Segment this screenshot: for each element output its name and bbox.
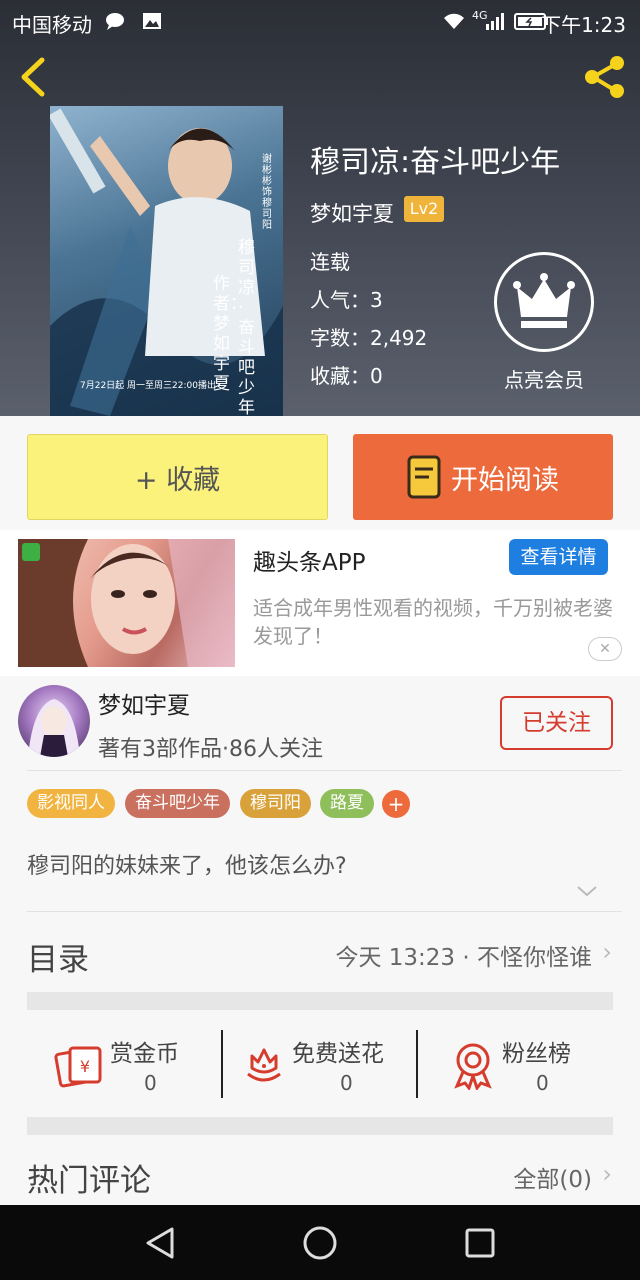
- nav-back-button[interactable]: [140, 1225, 180, 1261]
- system-nav-bar: [0, 1205, 640, 1280]
- section-separator: [27, 1117, 613, 1135]
- chevron-right-icon: ›: [602, 1160, 612, 1188]
- cover-schedule: 7月22日起 周一至周三22:00播出: [80, 381, 216, 391]
- tag-chip[interactable]: 穆司阳: [240, 789, 311, 818]
- collect-button[interactable]: + 收藏: [27, 434, 328, 520]
- chevron-right-icon: ›: [602, 938, 612, 966]
- hot-comments-label: 热门评论: [27, 1163, 151, 1199]
- author-level-badge: Lv2: [404, 196, 444, 222]
- carrier-label: 中国移动: [12, 13, 92, 37]
- ad-image: [18, 539, 235, 667]
- ad-description: 适合成年男性观看的视频，千万别被老婆发现了！: [253, 596, 613, 648]
- share-button[interactable]: [580, 52, 630, 102]
- start-reading-label: 开始阅读: [451, 464, 559, 496]
- book-author-link[interactable]: 梦如宇夏: [310, 198, 394, 228]
- ad-source-icon: [22, 543, 40, 561]
- triangle-back-icon: [146, 1227, 174, 1259]
- expand-description-button[interactable]: [576, 882, 598, 903]
- divider: [416, 1030, 418, 1098]
- tag-chip[interactable]: 路夏: [320, 789, 374, 818]
- back-button[interactable]: [14, 54, 54, 100]
- signal-icon: 4G: [472, 10, 506, 32]
- book-popularity: 人气：3: [310, 288, 383, 312]
- all-comments-link[interactable]: 全部(0): [513, 1160, 592, 1194]
- close-icon: ✕: [599, 641, 611, 657]
- fan-ranking-label: 粉丝榜: [502, 1041, 571, 1067]
- flower-icon: [247, 1048, 281, 1082]
- reward-coins-value: 0: [144, 1071, 157, 1095]
- book-word-count: 字数：2,492: [310, 326, 428, 350]
- chevron-left-icon: [21, 57, 45, 97]
- ad-portrait: [18, 539, 235, 667]
- book-icon: [407, 455, 441, 499]
- crown-icon: [513, 273, 575, 328]
- image-icon: [141, 10, 163, 32]
- divider: [221, 1030, 223, 1098]
- start-reading-button[interactable]: 开始阅读: [353, 434, 613, 520]
- add-tag-button[interactable]: +: [382, 790, 410, 818]
- reward-coins-label: 赏金币: [110, 1041, 179, 1067]
- ad-close-button[interactable]: ✕: [588, 637, 622, 661]
- tag-chip[interactable]: 影视同人: [27, 789, 115, 818]
- book-title: 穆司凉:奋斗吧少年: [310, 145, 561, 180]
- fan-ranking-value: 0: [536, 1071, 549, 1095]
- square-recents-icon: [465, 1228, 495, 1258]
- latest-chapter: 今天 13:23 · 不怪你怪谁: [335, 945, 592, 971]
- book-detail-screen: 中国移动 4G 下午1:23 谢彬彬 饰 穆司阳 穆司凉·奋斗吧少年 作者：梦如…: [0, 0, 640, 1280]
- red-envelope-icon: ¥: [54, 1046, 102, 1088]
- book-favorites: 收藏：0: [310, 364, 383, 388]
- ad-details-button[interactable]: 查看详情: [509, 539, 608, 575]
- vip-label: 点亮会员: [504, 368, 584, 392]
- cover-side-author: 作者：梦如宇夏: [213, 274, 247, 394]
- follow-button[interactable]: 已关注: [500, 696, 613, 750]
- divider: [27, 770, 622, 771]
- book-status: 连载: [310, 250, 350, 274]
- send-flower-value: 0: [340, 1071, 353, 1095]
- collect-button-label: + 收藏: [134, 464, 221, 496]
- wifi-icon: [441, 10, 467, 32]
- clock: 下午1:23: [541, 13, 626, 37]
- medal-icon: [454, 1043, 492, 1090]
- nav-home-button[interactable]: [300, 1223, 340, 1263]
- book-cover-image[interactable]: 谢彬彬 饰 穆司阳 穆司凉·奋斗吧少年 作者：梦如宇夏 7月22日起 周一至周三…: [50, 106, 283, 416]
- vip-button[interactable]: [494, 252, 594, 352]
- book-header: 中国移动 4G 下午1:23 谢彬彬 饰 穆司阳 穆司凉·奋斗吧少年 作者：梦如…: [0, 0, 640, 416]
- chevron-down-icon: [577, 886, 597, 897]
- ad-title: 趣头条APP: [253, 550, 366, 576]
- send-flower-label: 免费送花: [292, 1041, 384, 1067]
- nav-recents-button[interactable]: [462, 1225, 498, 1261]
- cover-small-text: 谢彬彬 饰 穆司阳: [262, 154, 272, 231]
- catalog-label: 目录: [27, 942, 89, 978]
- circle-home-icon: [303, 1226, 337, 1260]
- book-description: 穆司阳的妹妹来了，他该怎么办?: [27, 854, 347, 879]
- tag-chip[interactable]: 奋斗吧少年: [125, 789, 230, 818]
- status-bar: 中国移动 4G 下午1:23: [0, 0, 640, 44]
- cover-side-title: 穆司凉·奋斗吧少年: [238, 238, 255, 416]
- avatar-artwork: [28, 699, 80, 757]
- message-icon: [104, 10, 126, 32]
- author-avatar[interactable]: [18, 685, 90, 757]
- author-stats: 著有3部作品·86人关注: [98, 737, 323, 762]
- svg-text:¥: ¥: [80, 1057, 90, 1076]
- author-name[interactable]: 梦如宇夏: [98, 686, 190, 720]
- share-icon: [585, 56, 624, 98]
- section-separator: [27, 992, 613, 1010]
